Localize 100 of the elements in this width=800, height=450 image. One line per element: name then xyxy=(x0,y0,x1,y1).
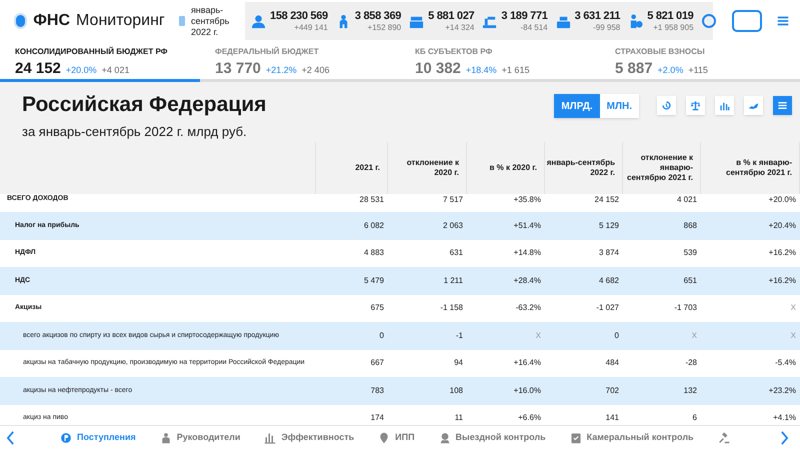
scales-icon xyxy=(690,100,701,111)
nav-tab[interactable]: Поступления xyxy=(60,431,136,445)
table-cell-text: -1 xyxy=(454,330,464,342)
nav-tab[interactable]: Камеральный контроль xyxy=(570,431,694,445)
table-cell-text: 94 xyxy=(453,357,464,370)
nav-tab[interactable]: ИПП xyxy=(378,431,415,445)
view-button[interactable] xyxy=(686,96,705,115)
table-cell-text: -1 027 xyxy=(595,302,620,314)
table-cell-text: 868 xyxy=(682,220,698,232)
table-cell-text: +16.2% xyxy=(768,274,797,287)
column-header[interactable]: в % к 2020 г. xyxy=(490,163,537,173)
table-cell-text: +4.1% xyxy=(772,412,797,424)
column-header[interactable]: в % к январю-сентябрю 2021 г. xyxy=(701,158,792,178)
table-cell-text: 108 xyxy=(448,384,464,397)
stat-value: 3 189 771 xyxy=(501,9,548,23)
nav-tab[interactable] xyxy=(718,432,730,444)
table-cell-text: -28 xyxy=(684,357,698,370)
stat-delta: -84 514 xyxy=(520,23,548,33)
view-button[interactable] xyxy=(773,96,792,115)
budget-tab[interactable]: КБ СУБЪЕКТОВ РФ 10 382 +18.4% +1 615 xyxy=(400,42,600,82)
stat-delta: +14 324 xyxy=(445,23,474,33)
person-coin-icon xyxy=(628,14,644,28)
table-cell-text: X xyxy=(790,302,797,314)
table-cell-text: +51.4% xyxy=(512,220,542,232)
stat-value: 5 821 019 xyxy=(647,9,694,23)
table-cell-text: 4 883 xyxy=(362,247,385,260)
stat-delta: +449 141 xyxy=(294,23,328,33)
stat-value: 5 881 027 xyxy=(428,9,474,23)
table-cell-text: 174 xyxy=(370,412,385,424)
history-icon xyxy=(661,100,672,111)
table-cell-text: X xyxy=(690,330,698,342)
table-cell-text: 7 517 xyxy=(442,194,464,206)
table-cell-text: 783 xyxy=(370,384,385,397)
table-cell-text: 4 682 xyxy=(598,274,620,287)
gavel-icon xyxy=(718,432,730,444)
table-cell-text: +16.2% xyxy=(768,247,797,260)
table-cell-text: 0 xyxy=(614,330,620,342)
stat-value: 158 230 569 xyxy=(270,9,328,23)
table-cell-text: 667 xyxy=(370,357,385,370)
view-button[interactable] xyxy=(715,96,734,115)
table-cell-text: X xyxy=(534,330,542,342)
table-cell-text: -1 703 xyxy=(673,302,698,314)
table-cell-text: +23.2% xyxy=(768,384,797,397)
stat-value: 3 858 369 xyxy=(354,9,402,23)
table-cell-text: 651 xyxy=(682,274,698,287)
table-cell-text: 3 874 xyxy=(598,247,620,260)
map-pin-icon xyxy=(378,432,390,444)
stat-delta: +152 890 xyxy=(368,23,402,33)
nav-tab[interactable]: Руководители xyxy=(160,431,240,445)
coin-icon xyxy=(60,432,72,444)
table-cell-text: 5 129 xyxy=(598,220,620,232)
column-header[interactable]: отклонение к январю-сентябрю 2021 г. xyxy=(623,153,693,183)
table-cell-text: 4 021 xyxy=(676,194,698,206)
table-cell-text: 675 xyxy=(370,302,385,314)
nav-tab[interactable]: Выездной контроль xyxy=(438,431,546,445)
table-cell-text: 5 479 xyxy=(362,274,385,287)
brand-name: ФНС xyxy=(33,11,70,31)
nav-tab[interactable]: Эффективность xyxy=(264,431,354,445)
bar-chart-icon xyxy=(264,432,276,444)
view-button[interactable] xyxy=(657,96,676,115)
table-cell-text: 539 xyxy=(682,247,698,260)
stat-delta: -99 958 xyxy=(593,23,620,33)
table-cell-text: 24 152 xyxy=(594,194,620,206)
clipboard-check-icon xyxy=(570,432,582,444)
table-cell-text: 141 xyxy=(604,412,620,424)
unit-toggle[interactable]: МЛН. xyxy=(600,94,639,118)
page-subtitle: за январь-сентябрь 2022 г. млрд руб. xyxy=(22,123,248,141)
emblem-icon xyxy=(14,13,28,29)
column-header[interactable]: 2021 г. xyxy=(355,163,380,173)
person-icon xyxy=(160,432,172,444)
period-label: январь-сентябрь 2022 г. xyxy=(190,4,230,38)
table-cell-text: +28.4% xyxy=(512,274,542,287)
table-cell-text: 28 531 xyxy=(358,194,385,206)
table-cell-text: 6 082 xyxy=(362,220,385,232)
table-cell-text: -5.4% xyxy=(774,357,797,370)
table-cell-text: 0 xyxy=(378,330,385,342)
table-cell-text: +16.0% xyxy=(512,384,542,397)
column-header[interactable]: отклонение к 2020 г. xyxy=(388,158,459,178)
table-cell-text: 11 xyxy=(454,412,464,424)
table-cell-text: +20.0% xyxy=(768,194,797,206)
table-cell-text: +6.6% xyxy=(517,412,542,424)
budget-tab[interactable]: СТРАХОВЫЕ ВЗНОСЫ 5 887 +2.0% +115 xyxy=(600,42,800,82)
unit-toggle[interactable]: МЛРД. xyxy=(554,94,600,118)
menu-icon[interactable] xyxy=(776,14,790,28)
table-cell-text: X xyxy=(790,330,797,342)
person-location-icon xyxy=(438,432,451,444)
table-cell-text: 631 xyxy=(448,247,464,260)
budget-tab[interactable]: ФЕДЕРАЛЬНЫЙ БЮДЖЕТ 13 770 +21.2% +2 406 xyxy=(200,42,400,82)
bar-chart-icon xyxy=(719,100,730,111)
table-cell-text: 484 xyxy=(604,357,620,370)
view-button[interactable] xyxy=(744,96,763,115)
table-cell-text: +20.4% xyxy=(768,220,797,232)
menu-icon xyxy=(777,100,788,111)
person-icon xyxy=(251,14,266,28)
table-cell-text: 132 xyxy=(682,384,698,397)
app-name: Мониторинг xyxy=(76,11,165,31)
table-cell-text: 702 xyxy=(604,384,620,397)
stat-value: 3 631 211 xyxy=(574,9,620,23)
table-cell-text: +16.4% xyxy=(512,357,542,370)
column-header[interactable]: январь-сентябрь 2022 г. xyxy=(545,158,615,178)
